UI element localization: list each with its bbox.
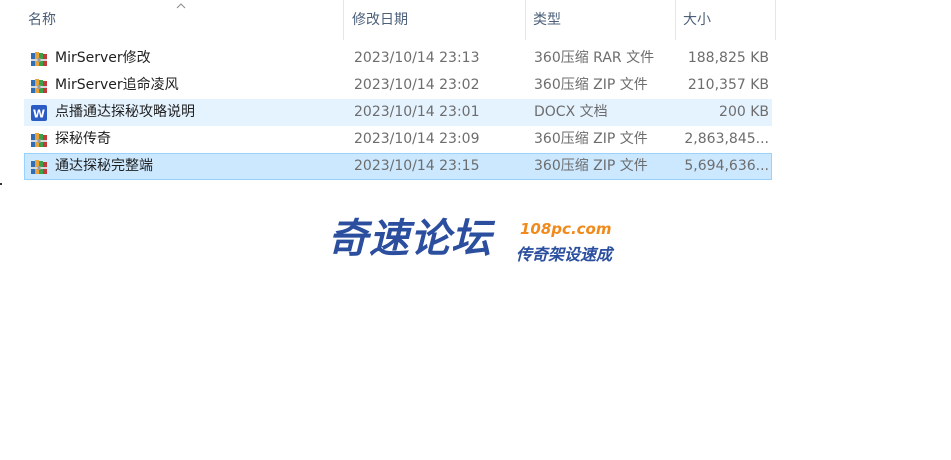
- file-type: DOCX 文档: [534, 104, 608, 120]
- file-name: MirServer修改: [55, 50, 151, 66]
- cursor-mark: [0, 183, 2, 185]
- file-modified-date: 2023/10/14 23:13: [354, 50, 480, 66]
- file-size: 210,357 KB: [687, 77, 769, 93]
- file-type: 360压缩 ZIP 文件: [534, 77, 648, 93]
- file-modified-date: 2023/10/14 23:09: [354, 131, 480, 147]
- column-divider[interactable]: [775, 0, 776, 40]
- column-header-type[interactable]: 类型: [527, 0, 675, 40]
- file-list: MirServer修改 2023/10/14 23:13 360压缩 RAR 文…: [24, 45, 772, 180]
- file-row[interactable]: 探秘传奇 2023/10/14 23:09 360压缩 ZIP 文件 2,863…: [24, 126, 772, 153]
- file-modified-date: 2023/10/14 23:15: [354, 158, 480, 174]
- file-size: 188,825 KB: [687, 50, 769, 66]
- file-name: MirServer追命凌风: [55, 77, 179, 93]
- file-explorer-page: 名称 修改日期 类型 大小 MirServer修改 2023/10/14 23:…: [0, 0, 951, 460]
- column-divider[interactable]: [343, 0, 344, 40]
- file-size: 5,694,636...: [684, 158, 769, 174]
- column-header-date[interactable]: 修改日期: [346, 0, 524, 40]
- file-row[interactable]: MirServer追命凌风 2023/10/14 23:02 360压缩 ZIP…: [24, 72, 772, 99]
- watermark-url: 108pc.com: [520, 220, 612, 238]
- file-type: 360压缩 ZIP 文件: [534, 158, 648, 174]
- watermark-logo: 奇速论坛 108pc.com 传奇架设速成: [328, 214, 628, 266]
- archive-icon: [31, 133, 47, 147]
- column-header: 名称 修改日期 类型 大小: [0, 0, 776, 40]
- file-name: 探秘传奇: [55, 131, 111, 147]
- file-name: 点播通达探秘攻略说明: [55, 104, 195, 120]
- column-divider[interactable]: [675, 0, 676, 40]
- file-row[interactable]: MirServer修改 2023/10/14 23:13 360压缩 RAR 文…: [24, 45, 772, 72]
- svg-text:W: W: [33, 108, 45, 121]
- file-name: 通达探秘完整端: [55, 158, 153, 174]
- file-modified-date: 2023/10/14 23:01: [354, 104, 480, 120]
- column-divider[interactable]: [525, 0, 526, 40]
- file-type: 360压缩 ZIP 文件: [534, 131, 648, 147]
- archive-icon: [31, 52, 47, 66]
- archive-icon: [31, 160, 47, 174]
- file-size: 200 KB: [719, 104, 769, 120]
- file-size: 2,863,845...: [684, 131, 769, 147]
- watermark-title: 奇速论坛: [328, 216, 492, 262]
- file-type: 360压缩 RAR 文件: [534, 50, 655, 66]
- file-row[interactable]: 通达探秘完整端 2023/10/14 23:15 360压缩 ZIP 文件 5,…: [24, 153, 772, 180]
- word-doc-icon: W: [31, 105, 47, 121]
- file-modified-date: 2023/10/14 23:02: [354, 77, 480, 93]
- column-header-size[interactable]: 大小: [677, 0, 775, 40]
- file-row[interactable]: W 点播通达探秘攻略说明 2023/10/14 23:01 DOCX 文档 20…: [24, 99, 772, 126]
- column-header-name[interactable]: 名称: [22, 0, 342, 40]
- archive-icon: [31, 79, 47, 93]
- watermark-slogan: 传奇架设速成: [516, 245, 613, 264]
